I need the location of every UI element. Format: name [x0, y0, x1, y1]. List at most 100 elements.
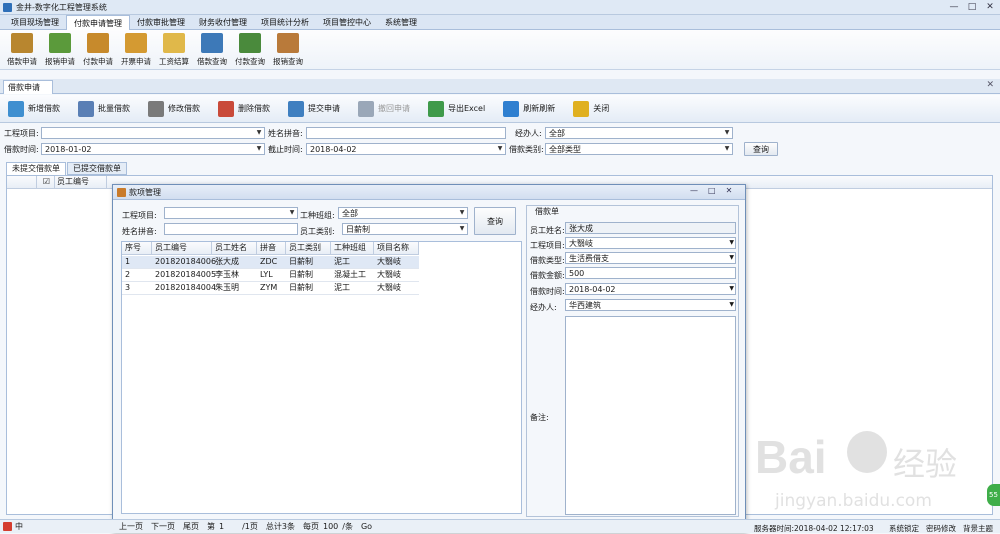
- chevron-down-icon: ▼: [289, 209, 295, 216]
- emp-col-header[interactable]: 员工姓名: [212, 242, 257, 255]
- employee-name-field: 张大成: [565, 222, 736, 234]
- page-input[interactable]: 1: [219, 522, 224, 531]
- emp-col-header[interactable]: 员工编号: [152, 242, 212, 255]
- doc-tab-borrow-request[interactable]: 借款申请: [3, 80, 53, 94]
- toolbar-button-5: 撤回申请: [356, 98, 416, 120]
- ribbon-button-6[interactable]: 付款查询: [231, 30, 269, 70]
- prev-page-button[interactable]: 上一页: [119, 521, 143, 532]
- end-time-picker[interactable]: 2018-04-02 ▼: [306, 143, 506, 155]
- project-select[interactable]: ▼: [41, 127, 265, 139]
- ribbon-button-4[interactable]: 工资结算: [155, 30, 193, 70]
- ribbon-icon: [87, 33, 109, 53]
- dialog-minimize-button[interactable]: —: [690, 186, 698, 195]
- ribbon-button-0[interactable]: 借款申请: [3, 30, 41, 70]
- form-time-picker[interactable]: 2018-04-02 ▼: [565, 283, 736, 295]
- dlg-query-button[interactable]: 查询: [474, 207, 516, 235]
- emp-col-header[interactable]: 项目名称: [374, 242, 419, 255]
- toolbar-button-8[interactable]: 关闭: [571, 98, 615, 120]
- dialog-app-icon: [117, 188, 126, 197]
- ribbon-icon: [163, 33, 185, 53]
- password-change-button[interactable]: 密码修改: [926, 523, 956, 534]
- emp-col-header[interactable]: 拼音: [257, 242, 286, 255]
- menu-tab-5[interactable]: 项目管控中心: [316, 15, 378, 30]
- system-lock-button[interactable]: 系统锁定: [889, 523, 919, 534]
- pager: 中 上一页 下一页 尾页 第 1 /1页 总计3条 每页 100 /条 Go: [0, 519, 525, 533]
- menu-tab-6[interactable]: 系统管理: [378, 15, 424, 30]
- ribbon-icon: [277, 33, 299, 53]
- toolbar-button-7[interactable]: 刷新刷新: [501, 98, 561, 120]
- form-remark-label: 备注:: [530, 413, 549, 422]
- ribbon-button-5[interactable]: 借款查询: [193, 30, 231, 70]
- menu-tab-2[interactable]: 付款审批管理: [130, 15, 192, 30]
- ribbon-button-2[interactable]: 付款申请: [79, 30, 117, 70]
- dlg-emp-type-label: 员工类别:: [300, 227, 335, 236]
- dlg-name-input[interactable]: [164, 223, 298, 235]
- next-page-button[interactable]: 下一页: [151, 521, 175, 532]
- toolbar-button-1[interactable]: 批量借款: [76, 98, 136, 120]
- table-cell: 泥工: [334, 283, 350, 292]
- chevron-down-icon: ▼: [724, 145, 730, 152]
- sub-tabs: 未提交借款单 已提交借款单: [6, 162, 128, 175]
- chevron-down-icon: ▼: [724, 129, 730, 136]
- close-button[interactable]: ✕: [984, 1, 996, 13]
- employee-grid-header: 序号 员工编号 员工姓名 拼音 员工类别 工种班组 项目名称: [122, 242, 419, 255]
- table-cell: 大翳岐: [377, 270, 401, 279]
- tab-unsubmitted[interactable]: 未提交借款单: [6, 162, 66, 175]
- emp-col-header[interactable]: 员工类别: [286, 242, 331, 255]
- ribbon-label: 报销申请: [45, 57, 75, 66]
- maximize-button[interactable]: □: [966, 1, 978, 13]
- name-pinyin-input[interactable]: [306, 127, 506, 139]
- toolbar-button-4[interactable]: 提交申请: [286, 98, 346, 120]
- query-button[interactable]: 查询: [744, 142, 778, 156]
- toolbar-button-2[interactable]: 修改借款: [146, 98, 206, 120]
- borrow-type-select[interactable]: 全部类型 ▼: [545, 143, 733, 155]
- watermark-url: jingyan.baidu.com: [775, 491, 932, 511]
- go-button[interactable]: Go: [361, 522, 372, 531]
- tab-submitted[interactable]: 已提交借款单: [67, 162, 127, 175]
- watermark-brand-cn: 经验: [893, 445, 958, 483]
- form-remark-textarea[interactable]: [565, 316, 736, 515]
- dlg-emp-type-select[interactable]: 日薪制 ▼: [342, 223, 468, 235]
- menu-tab-3[interactable]: 财务收付管理: [192, 15, 254, 30]
- chevron-down-icon: ▼: [256, 145, 262, 152]
- dialog-close-button[interactable]: ✕: [726, 186, 733, 195]
- form-amount-input[interactable]: 500: [565, 267, 736, 279]
- toolbar-button-0[interactable]: 新增借款: [6, 98, 66, 120]
- side-badge-icon[interactable]: 55: [987, 484, 1000, 506]
- form-type-select[interactable]: 生活费借支 ▼: [565, 252, 736, 264]
- theme-button[interactable]: 背景主题: [963, 523, 993, 534]
- table-row[interactable]: 1 201820184006 张大成 ZDC 日薪制 泥工 大翳岐: [122, 256, 419, 269]
- handler-select[interactable]: 全部 ▼: [545, 127, 733, 139]
- select-all-checkbox[interactable]: ☑: [37, 176, 55, 189]
- col-employee-no[interactable]: 员工编号: [55, 176, 107, 189]
- form-handler-select[interactable]: 华西建筑 ▼: [565, 299, 736, 311]
- menu-tab-0[interactable]: 项目现场管理: [4, 15, 66, 30]
- emp-col-header[interactable]: 工种班组: [331, 242, 374, 255]
- table-row[interactable]: 3 201820184004 朱玉明 ZYM 日薪制 泥工 大翳岐: [122, 282, 419, 295]
- last-page-button[interactable]: 尾页: [183, 521, 199, 532]
- toolbar-button-3[interactable]: 删除借款: [216, 98, 276, 120]
- dlg-project-select[interactable]: ▼: [164, 207, 298, 219]
- per-page-input[interactable]: 100: [323, 522, 338, 531]
- toolbar-icon: [148, 100, 164, 117]
- doc-close-icon[interactable]: ✕: [986, 80, 994, 90]
- dlg-team-select[interactable]: 全部 ▼: [338, 207, 468, 219]
- menu-tab-4[interactable]: 项目统计分析: [254, 15, 316, 30]
- toolbar-button-6[interactable]: 导出Excel: [426, 98, 491, 120]
- ribbon-icon: [125, 33, 147, 53]
- toolbar-icon: [288, 100, 304, 117]
- minimize-button[interactable]: —: [948, 1, 960, 13]
- table-row[interactable]: 2 201820184005 李玉林 LYL 日薪制 混凝土工 大翳岐: [122, 269, 419, 282]
- menu-tab-1[interactable]: 付款申请管理: [66, 15, 130, 30]
- ribbon-button-3[interactable]: 开票申请: [117, 30, 155, 70]
- project-label: 工程项目:: [4, 129, 39, 138]
- table-cell: 日薪制: [289, 283, 313, 292]
- form-project-select[interactable]: 大翳岐 ▼: [565, 237, 736, 249]
- ribbon-button-7[interactable]: 报销查询: [269, 30, 307, 70]
- borrow-time-picker[interactable]: 2018-01-02 ▼: [41, 143, 265, 155]
- toolbar-icon: [8, 100, 24, 117]
- emp-col-header[interactable]: 序号: [122, 242, 152, 255]
- ribbon-button-1[interactable]: 报销申请: [41, 30, 79, 70]
- dialog-maximize-button[interactable]: □: [708, 186, 716, 195]
- toolbar-label: 提交申请: [308, 104, 340, 113]
